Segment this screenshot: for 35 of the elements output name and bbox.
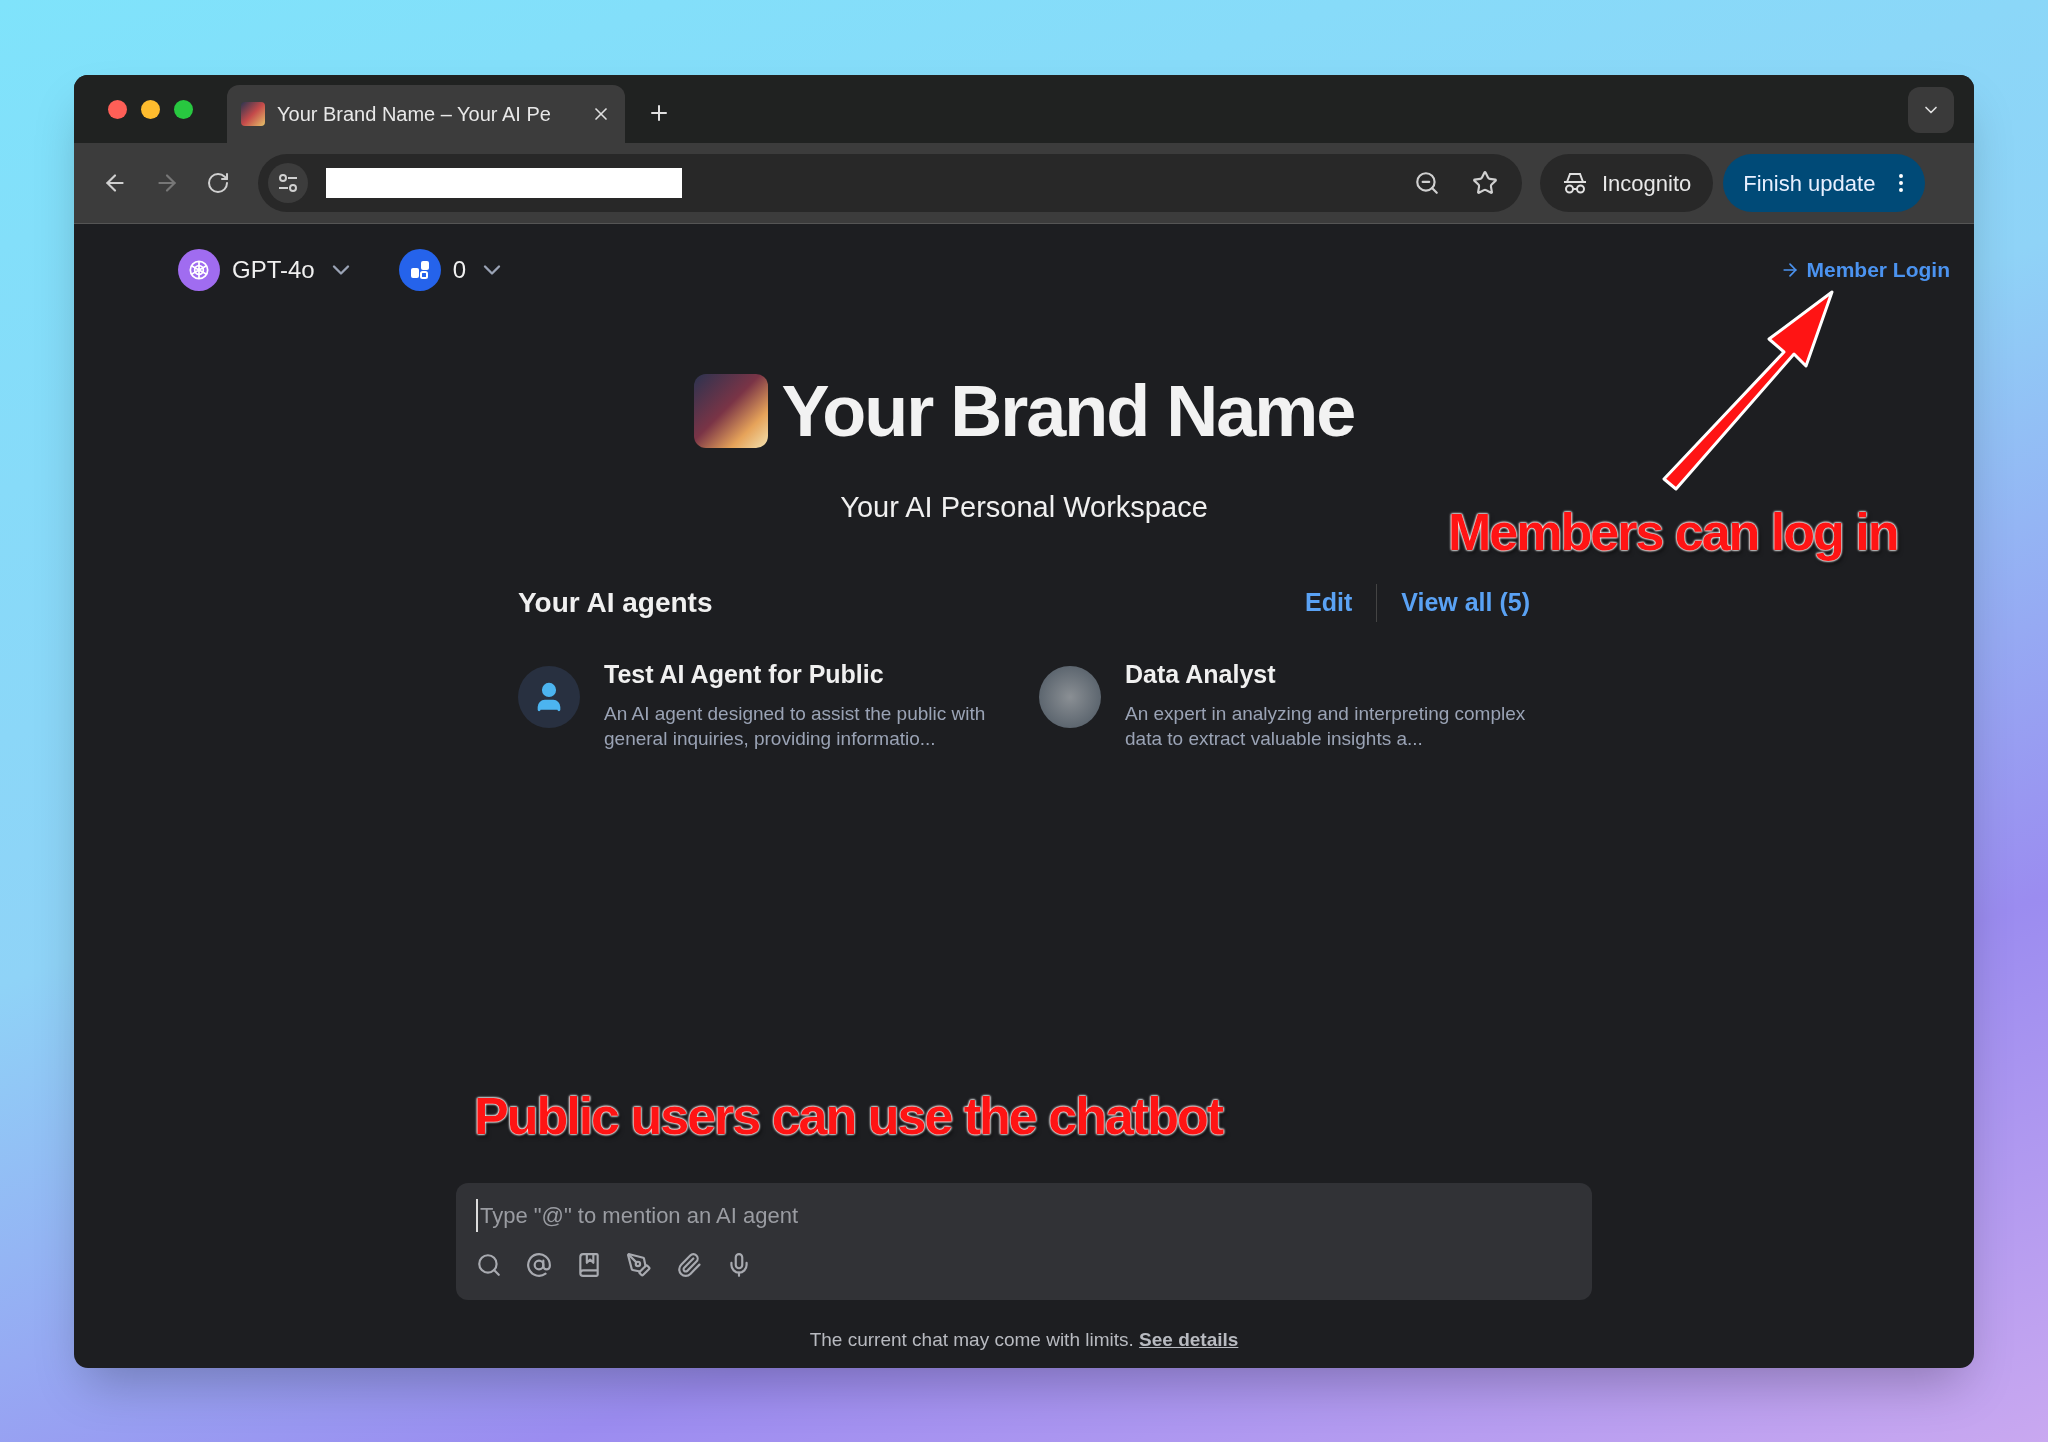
footer-note: The current chat may come with limits. See details — [809, 1327, 1239, 1352]
bookmark-star-icon[interactable] — [1472, 170, 1498, 196]
tab-title: Your Brand Name – Your AI Pe — [277, 102, 552, 127]
agent-card[interactable]: Data Analyst An expert in analyzing and interpreting complex data to extract valuable insights a... — [1039, 655, 1530, 751]
section-heading: Your AI agents — [518, 585, 713, 620]
browser-tab[interactable]: Your Brand Name – Your AI Pe — [227, 85, 625, 143]
at-sign-icon[interactable] — [526, 1251, 552, 1278]
incognito-icon — [1562, 171, 1588, 195]
agent-name: Test AI Agent for Public — [604, 658, 885, 690]
model-selector[interactable]: GPT-4o — [178, 249, 355, 291]
edit-link[interactable]: Edit — [1305, 583, 1353, 622]
chat-input-field[interactable]: Type "@" to mention an AI agent — [476, 1198, 1572, 1232]
book-icon[interactable] — [576, 1251, 602, 1278]
member-login-link[interactable]: Member Login — [1780, 254, 1950, 286]
annotation-text: Public users can use the chatbot — [474, 1090, 1222, 1142]
view-all-link[interactable]: View all (5) — [1401, 583, 1530, 622]
brand-subtitle: Your AI Personal Workspace — [840, 490, 1208, 525]
zoom-out-icon[interactable] — [1414, 170, 1440, 196]
pen-icon[interactable] — [626, 1251, 652, 1278]
see-details-link[interactable]: See details — [1139, 1328, 1239, 1350]
reload-icon[interactable] — [206, 171, 230, 195]
finish-update-button[interactable]: Finish update — [1723, 154, 1926, 212]
agent-name: Data Analyst — [1125, 658, 1277, 690]
site-settings-icon[interactable] — [268, 163, 308, 203]
agent-description: An expert in analyzing and interpreting complex data to extract valuable insights a... — [1125, 702, 1527, 751]
agent-count-selector[interactable]: 0 — [398, 249, 507, 291]
agent-card[interactable]: Test AI Agent for Public An AI agent designed to assist the public with general inquiries, providing informatio... — [518, 655, 1009, 751]
apps-icon — [398, 249, 441, 291]
search-icon[interactable] — [476, 1251, 502, 1278]
brand-title: Your Brand Name — [781, 375, 1355, 447]
incognito-button[interactable]: Incognito — [1540, 154, 1714, 212]
agent-description: An AI agent designed to assist the public with general inquiries, providing informatio... — [604, 702, 987, 751]
chat-input-box[interactable]: Type "@" to mention an AI agent — [456, 1182, 1592, 1300]
paperclip-icon[interactable] — [676, 1251, 702, 1278]
model-logo-icon — [178, 249, 220, 291]
